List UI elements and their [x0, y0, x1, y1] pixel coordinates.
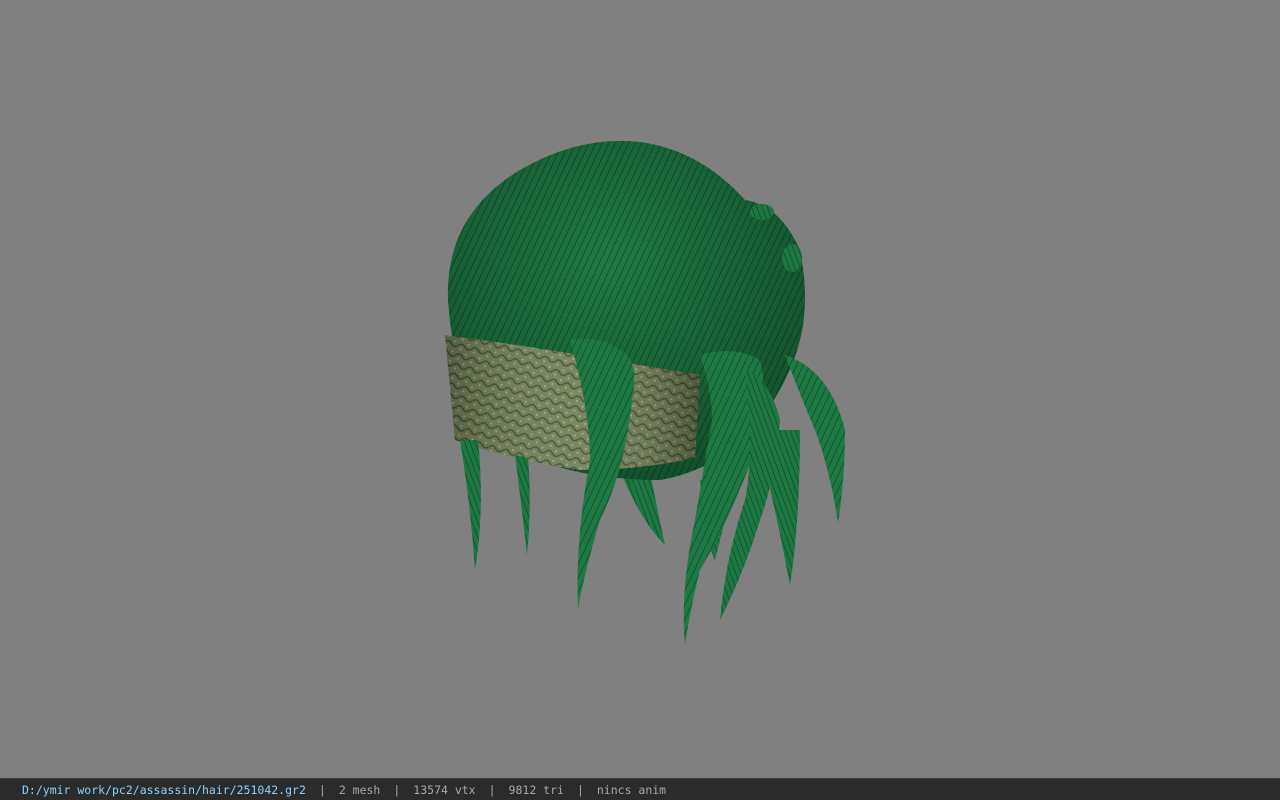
triangle-count: 9812 tri [508, 782, 564, 797]
separator: | [576, 782, 584, 797]
file-path: D:/ymir work/pc2/assassin/hair/251042.gr… [22, 782, 306, 797]
vertex-count: 13574 vtx [413, 782, 476, 797]
separator: | [318, 782, 326, 797]
separator: | [488, 782, 496, 797]
hair-model-render[interactable] [0, 0, 1280, 778]
mesh-count: 2 mesh [338, 782, 381, 797]
status-bar: D:/ymir work/pc2/assassin/hair/251042.gr… [0, 778, 1280, 800]
separator: | [393, 782, 401, 797]
3d-viewport[interactable] [0, 0, 1280, 778]
anim-info: nincs anim [596, 782, 667, 797]
